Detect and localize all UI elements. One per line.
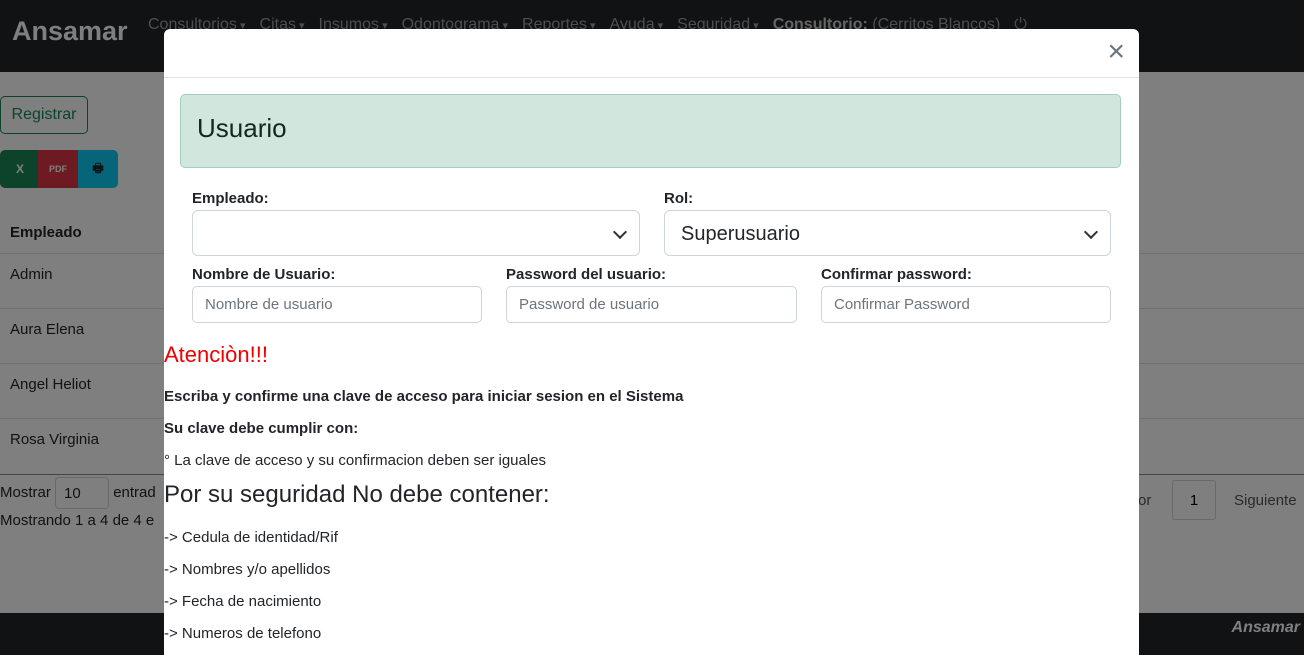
instruction-line-2: Su clave debe cumplir con:	[164, 420, 359, 437]
instruction-line-3: ° La clave de acceso y su confirmacion d…	[164, 452, 547, 469]
security-heading: Por su seguridad No debe contener:	[164, 481, 550, 508]
password-label: Password del usuario:	[506, 266, 667, 283]
modal-title-banner: Usuario	[180, 94, 1121, 168]
list-item: -> Nombres y/o apellidos	[164, 561, 331, 578]
confirm-password-input[interactable]: Confirmar Password	[821, 286, 1111, 323]
close-icon[interactable]: ×	[1107, 37, 1125, 67]
list-item: -> Fecha de nacimiento	[164, 593, 322, 610]
empleado-select[interactable]	[192, 210, 640, 256]
password-input[interactable]: Password de usuario	[506, 286, 797, 323]
usuario-modal: × Usuario Empleado: Rol: Superusuario No…	[164, 29, 1139, 655]
warning-heading: Atenciòn!!!	[164, 342, 268, 367]
instruction-line-1: Escriba y confirme una clave de acceso p…	[164, 388, 684, 405]
list-item: -> Cedula de identidad/Rif	[164, 529, 338, 546]
confirm-password-label: Confirmar password:	[821, 266, 972, 283]
modal-title: Usuario	[197, 113, 287, 143]
username-label: Nombre de Usuario:	[192, 266, 336, 283]
rol-label: Rol:	[664, 190, 694, 207]
username-input[interactable]: Nombre de usuario	[192, 286, 482, 323]
list-item: -> Numeros de telefono	[164, 625, 322, 642]
modal-header: ×	[164, 29, 1139, 78]
rol-select[interactable]: Superusuario	[664, 210, 1111, 256]
empleado-label: Empleado:	[192, 190, 269, 207]
